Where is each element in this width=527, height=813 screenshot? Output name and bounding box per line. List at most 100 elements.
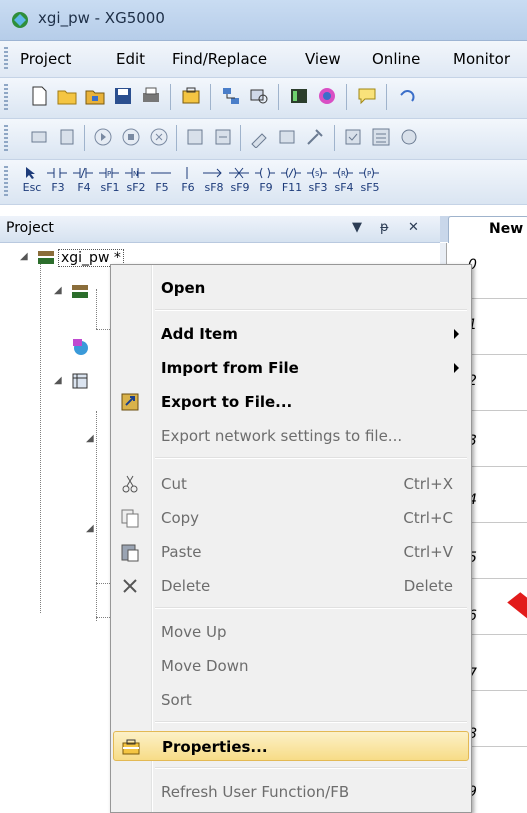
contact-nc-key[interactable]: F4 xyxy=(72,164,94,198)
undo-icon[interactable] xyxy=(396,85,418,107)
pulse-coil-icon: P xyxy=(359,167,379,179)
menu-copy[interactable]: Copy Ctrl+C xyxy=(113,503,467,533)
tree-connector xyxy=(96,617,110,618)
print-icon[interactable] xyxy=(140,85,162,107)
expand-toggle-icon[interactable]: ◢ xyxy=(86,433,94,444)
menu-view[interactable]: View xyxy=(305,50,341,68)
monitor-stop-icon[interactable] xyxy=(304,126,326,148)
menu-move-up[interactable]: Move Up xyxy=(113,617,467,647)
menu-separator xyxy=(155,309,467,311)
coil-inverse-key[interactable]: F11 xyxy=(280,164,302,198)
menu-export-network-label: Export network settings to file... xyxy=(161,427,403,445)
menu-delete-shortcut: Delete xyxy=(403,577,453,595)
open-folder-icon[interactable] xyxy=(56,85,78,107)
menu-cut-shortcut: Ctrl+X xyxy=(403,475,453,493)
menu-open-label: Open xyxy=(161,279,206,297)
toolbar-grip xyxy=(4,84,8,112)
toolbar-grip xyxy=(4,166,8,198)
connect-line-key[interactable]: sF8 xyxy=(202,164,224,198)
reset-coil-key[interactable]: R sF4 xyxy=(332,164,354,198)
compile-icon[interactable] xyxy=(342,126,364,148)
pulse-coil-key[interactable]: P sF5 xyxy=(358,164,380,198)
menu-edit[interactable]: Edit xyxy=(116,50,145,68)
tree-connector xyxy=(96,583,110,584)
expand-toggle-icon[interactable]: ◢ xyxy=(86,523,94,534)
menu-find-replace[interactable]: Find/Replace xyxy=(172,50,267,68)
menu-move-down-label: Move Down xyxy=(161,657,249,675)
menu-move-down[interactable]: Move Down xyxy=(113,651,467,681)
contact-n-key[interactable]: N sF2 xyxy=(124,164,146,198)
menu-sort-label: Sort xyxy=(161,691,192,709)
menu-monitor[interactable]: Monitor xyxy=(453,50,510,68)
pin-icon[interactable]: ᵽ xyxy=(380,220,389,235)
tab-new-program[interactable]: New xyxy=(448,216,527,245)
plc-icon[interactable] xyxy=(288,85,310,107)
toolbar-separator xyxy=(84,125,85,151)
toolbar-separator xyxy=(210,84,211,110)
expand-toggle-icon[interactable]: ◢ xyxy=(54,285,62,296)
project-panel-title: Project xyxy=(6,220,54,236)
menu-paste[interactable]: Paste Ctrl+V xyxy=(113,537,467,567)
option-icon[interactable] xyxy=(398,126,420,148)
monitor-start-icon[interactable] xyxy=(248,126,270,148)
invert-key[interactable]: sF9 xyxy=(228,164,250,198)
expand-toggle-icon[interactable]: ◢ xyxy=(20,251,28,262)
horizontal-line-key[interactable]: F5 xyxy=(150,164,172,198)
menu-online[interactable]: Online xyxy=(372,50,420,68)
contact-p-icon: P xyxy=(99,168,119,178)
contact-no-key[interactable]: F3 xyxy=(46,164,68,198)
invert-icon xyxy=(229,167,249,179)
menu-delete-label: Delete xyxy=(161,577,211,595)
read-icon[interactable] xyxy=(212,126,234,148)
menu-project[interactable]: Project xyxy=(20,50,71,68)
menu-export-to-file[interactable]: Export to File... xyxy=(113,387,467,417)
menu-import-from-file[interactable]: Import from File xyxy=(113,353,467,383)
svg-text:R: R xyxy=(341,170,346,178)
contact-p-key[interactable]: P sF1 xyxy=(98,164,120,198)
plc-connect-icon[interactable] xyxy=(56,126,78,148)
tree-connector xyxy=(96,329,110,330)
vertical-line-key[interactable]: F6 xyxy=(176,164,198,198)
new-file-icon[interactable] xyxy=(28,85,50,107)
write-icon[interactable] xyxy=(184,126,206,148)
set-coil-key[interactable]: S sF3 xyxy=(306,164,328,198)
compile-all-icon[interactable] xyxy=(370,126,392,148)
menu-open[interactable]: Open xyxy=(113,273,467,303)
coil-key[interactable]: F9 xyxy=(254,164,276,198)
search-device-icon[interactable] xyxy=(248,85,270,107)
open-project-icon[interactable] xyxy=(84,85,106,107)
standard-toolbar xyxy=(0,78,527,119)
svg-text:N: N xyxy=(133,170,138,178)
monitor-color-icon[interactable] xyxy=(316,85,338,107)
expand-toggle-icon[interactable]: ◢ xyxy=(54,375,62,386)
menu-add-item[interactable]: Add Item xyxy=(113,319,467,349)
menu-cut-label: Cut xyxy=(161,475,187,493)
monitor-plc-icon[interactable] xyxy=(276,126,298,148)
contact-no-icon xyxy=(47,168,67,178)
menu-export-label: Export to File... xyxy=(161,393,293,411)
menu-properties[interactable]: Properties... xyxy=(113,731,469,761)
menu-cut[interactable]: Cut Ctrl+X xyxy=(113,469,467,499)
run-icon[interactable] xyxy=(92,126,114,148)
sf9-key-label: sF9 xyxy=(230,181,250,194)
comment-icon[interactable] xyxy=(356,85,378,107)
ladder-toolbar: Esc F3 F4 P sF1 N sF2 F5 F6 sF8 sF9 F9 F… xyxy=(0,160,527,205)
select-mode-key[interactable]: Esc xyxy=(20,164,42,198)
save-icon[interactable] xyxy=(112,85,134,107)
online-toolbar xyxy=(0,119,527,160)
properties-icon[interactable] xyxy=(180,85,202,107)
menu-delete[interactable]: Delete Delete xyxy=(113,571,467,601)
close-icon[interactable]: ✕ xyxy=(408,220,419,235)
sf1-key-label: sF1 xyxy=(100,181,120,194)
pause-icon[interactable] xyxy=(148,126,170,148)
network-icon[interactable] xyxy=(220,85,242,107)
toolbar-separator xyxy=(240,125,241,151)
connect-icon[interactable] xyxy=(28,126,50,148)
panel-dropdown-icon[interactable]: ▼ xyxy=(352,220,362,235)
menu-export-network[interactable]: Export network settings to file... xyxy=(113,421,467,451)
menu-sort[interactable]: Sort xyxy=(113,685,467,715)
menu-refresh[interactable]: Refresh User Function/FB xyxy=(113,777,467,807)
stop-icon[interactable] xyxy=(120,126,142,148)
export-icon xyxy=(121,393,139,411)
menu-properties-label: Properties... xyxy=(162,738,268,756)
